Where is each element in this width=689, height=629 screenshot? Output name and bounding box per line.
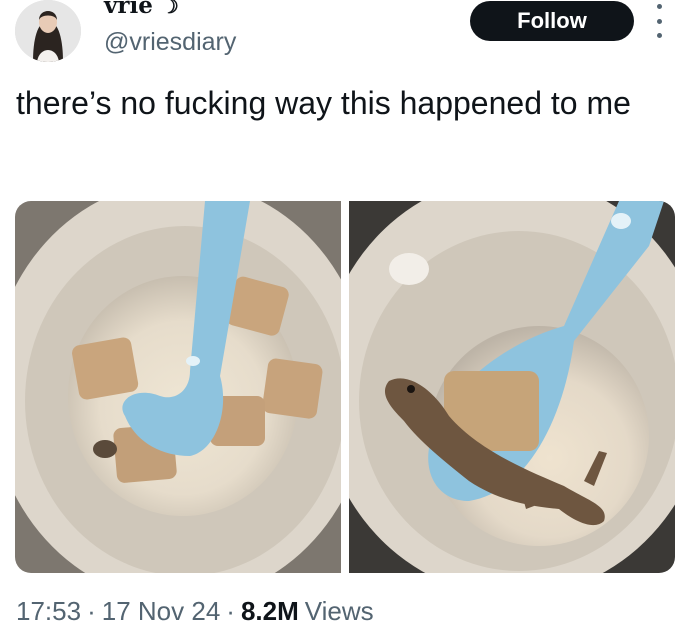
follow-button[interactable]: Follow <box>470 1 634 41</box>
tweet-meta: 17:53 · 17 Nov 24 · 8.2M Views <box>16 596 374 627</box>
tweet-text: there’s no fucking way this happened to … <box>16 85 631 121</box>
tweet-photo-1[interactable] <box>15 201 341 573</box>
tweet-photo-2[interactable] <box>349 201 675 573</box>
tweet-time[interactable]: 17:53 <box>16 596 81 627</box>
more-dot <box>656 4 662 9</box>
separator: · <box>87 596 96 626</box>
avatar-image <box>15 0 81 62</box>
views-count: 8.2M <box>240 596 299 626</box>
more-dot <box>656 18 662 24</box>
avatar[interactable] <box>15 0 81 62</box>
user-handle[interactable]: @vriesdiary <box>104 28 236 57</box>
display-name[interactable]: vrie ☽ <box>104 0 179 19</box>
cereal-bowl-image <box>15 201 341 573</box>
lizard-spoon-image <box>349 201 675 573</box>
moon-emoji: ☽ <box>160 0 179 18</box>
views-label: Views <box>304 596 374 626</box>
separator: · <box>226 596 235 626</box>
display-name-text: vrie <box>104 0 153 19</box>
tweet-date[interactable]: 17 Nov 24 <box>102 596 221 627</box>
more-vertical-icon[interactable] <box>651 4 667 38</box>
more-dot <box>656 33 662 38</box>
